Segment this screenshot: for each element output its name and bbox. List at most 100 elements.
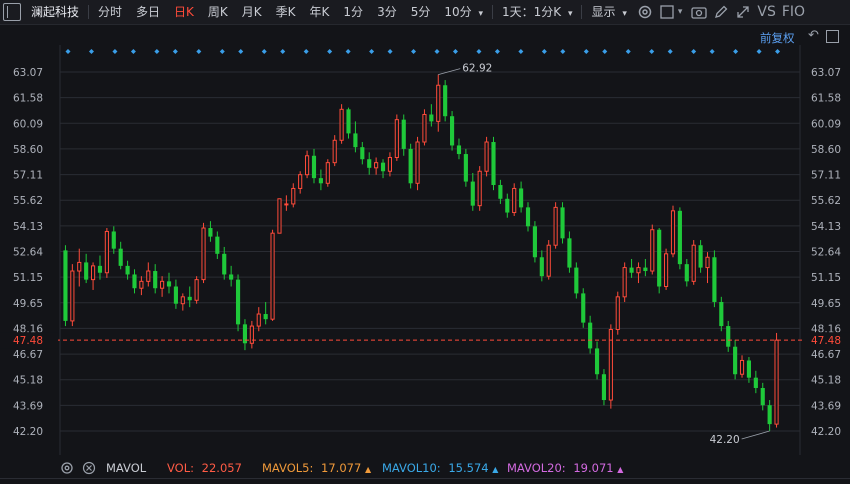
pencil-icon[interactable] xyxy=(710,0,732,24)
vol-label: VOL: xyxy=(167,461,194,475)
candle-body xyxy=(229,274,234,280)
bottom-divider xyxy=(0,478,850,479)
vol-value: 22.057 xyxy=(201,461,242,475)
tab-period-5min[interactable]: 5分 xyxy=(404,0,438,24)
y-tick-label-left: 55.62 xyxy=(13,195,43,207)
candle-body xyxy=(726,326,731,347)
combo-period-dropdown[interactable]: 1天：1分K ▾ xyxy=(495,0,580,24)
top-toolbar: 澜起科技 分时 多日 日K 周K 月K 季K 年K 1分 3分 5分 10分 ▾… xyxy=(0,0,850,25)
y-tick-label-left: 42.20 xyxy=(13,426,43,438)
candle-body xyxy=(456,145,462,155)
candle-body xyxy=(63,250,68,321)
candle-body xyxy=(484,141,489,172)
candlestick-chart[interactable]: 63.07 61.58 60.09 58.60 57.11 55.62 54.13 52.64… xyxy=(0,25,850,455)
tab-period-yearly[interactable]: 年K xyxy=(303,0,337,24)
candle-body xyxy=(394,119,399,158)
candle-body xyxy=(194,279,199,301)
candle-body xyxy=(277,198,282,234)
settings-icon[interactable] xyxy=(634,0,656,24)
compare-button[interactable]: VS xyxy=(754,0,778,24)
candle-body xyxy=(311,155,317,179)
last-price-tag-left: 47.48 xyxy=(13,335,43,347)
chart-grid xyxy=(59,45,801,455)
candle-body xyxy=(519,188,524,208)
y-tick-label-left: 52.64 xyxy=(13,247,43,259)
tab-period-3min[interactable]: 3分 xyxy=(370,0,404,24)
candle-body xyxy=(470,181,475,206)
stock-name[interactable]: 澜起科技 xyxy=(24,0,86,24)
undo-icon[interactable]: ↶ xyxy=(808,28,819,43)
mavol5-label: MAVOL5: xyxy=(262,461,314,475)
event-marker xyxy=(667,49,673,54)
candle-body xyxy=(498,185,503,199)
tab-period-minute[interactable]: 分时 xyxy=(91,0,129,24)
event-marker xyxy=(112,49,118,54)
event-marker xyxy=(345,49,351,54)
candle-body xyxy=(346,109,351,134)
sidebar-toggle-icon[interactable] xyxy=(826,30,839,43)
tab-period-monthly[interactable]: 月K xyxy=(235,0,269,24)
candle-body xyxy=(132,274,137,289)
period-dropdown-label: 10分 xyxy=(444,5,472,19)
candle-body xyxy=(153,271,158,289)
candle-body xyxy=(512,187,517,214)
low-label: 42.20 xyxy=(710,434,740,446)
candle-body xyxy=(539,257,544,277)
candle-body xyxy=(546,244,551,277)
event-marker xyxy=(583,49,589,54)
tab-period-quarterly[interactable]: 季K xyxy=(269,0,303,24)
y-tick-label-right: 49.65 xyxy=(811,298,841,310)
y-tick-label-left: 43.69 xyxy=(13,400,43,412)
candle-body xyxy=(677,210,682,265)
adjust-mode-dropdown[interactable]: 前复权 xyxy=(760,30,795,46)
candle-body xyxy=(622,267,627,298)
candle-body xyxy=(360,147,365,160)
candle-body xyxy=(139,280,144,289)
chevron-down-icon[interactable]: ▾ xyxy=(678,7,683,17)
candle-body xyxy=(705,256,710,269)
mavol5-value: 17.077 xyxy=(321,461,362,475)
mavol20-label: MAVOL20: xyxy=(507,461,566,475)
checkbox-icon[interactable] xyxy=(656,0,678,24)
candle-body xyxy=(298,174,303,189)
tab-period-weekly[interactable]: 周K xyxy=(201,0,235,24)
candle-body xyxy=(636,267,641,274)
expand-icon[interactable] xyxy=(732,0,754,24)
tab-period-1min[interactable]: 1分 xyxy=(336,0,370,24)
period-dropdown[interactable]: 10分 ▾ xyxy=(437,0,490,24)
event-marker xyxy=(369,49,375,54)
indicator-close-icon[interactable] xyxy=(82,459,96,477)
event-marker xyxy=(476,49,482,54)
event-marker xyxy=(494,49,500,54)
indicator-name[interactable]: MAVOL xyxy=(106,459,146,477)
fio-button[interactable]: FIO xyxy=(779,0,808,24)
candle-body xyxy=(664,253,669,288)
event-marker xyxy=(219,49,225,54)
candle-body xyxy=(270,232,275,320)
candle-body xyxy=(422,113,427,143)
tab-period-multiday[interactable]: 多日 xyxy=(129,0,167,24)
candle-body xyxy=(477,170,482,207)
candle-body xyxy=(111,231,116,249)
event-marker xyxy=(387,49,393,54)
camera-icon[interactable] xyxy=(688,0,710,24)
candle-body xyxy=(353,133,358,148)
tab-period-daily[interactable]: 日K xyxy=(167,0,201,24)
event-markers xyxy=(65,49,781,54)
chevron-down-icon: ▾ xyxy=(622,9,627,19)
panel-toggle-icon[interactable] xyxy=(0,0,24,24)
candle-body xyxy=(553,206,558,246)
candle-body xyxy=(104,230,109,274)
candle-body xyxy=(70,270,75,322)
event-marker xyxy=(303,49,309,54)
event-marker xyxy=(172,49,178,54)
chevron-down-icon: ▾ xyxy=(567,9,573,19)
indicator-settings-icon[interactable] xyxy=(60,459,74,477)
candle-body xyxy=(760,387,765,406)
event-marker xyxy=(154,49,160,54)
candle-body xyxy=(650,229,655,272)
candle-body xyxy=(449,116,455,146)
indicator-mavol20: MAVOL20: 19.071 ▲ xyxy=(507,459,623,477)
candle-body xyxy=(249,325,254,344)
display-dropdown[interactable]: 显示 ▾ xyxy=(584,0,633,24)
